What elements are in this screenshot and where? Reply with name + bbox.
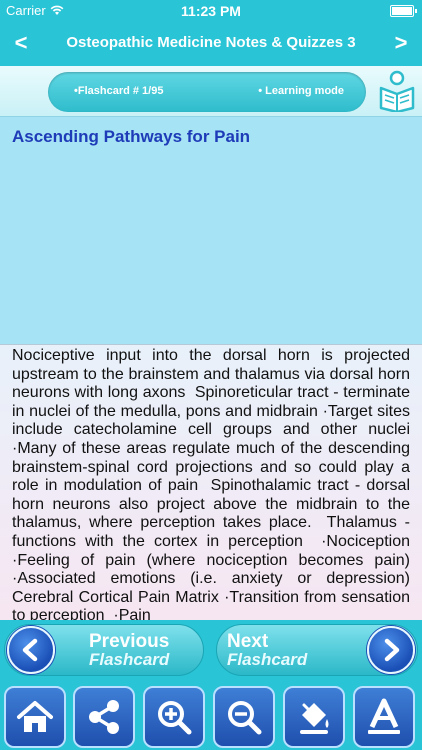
flashcard-body[interactable]: Nociceptive input into the dorsal horn i… xyxy=(0,344,422,620)
flashcard-navigation: Previous Flashcard Next Flashcard xyxy=(0,620,422,682)
mode-label: • Learning mode xyxy=(258,85,344,97)
next-label: Next Flashcard xyxy=(227,631,308,669)
next-flashcard-button[interactable]: Next Flashcard xyxy=(216,624,418,676)
forward-button[interactable]: > xyxy=(386,30,416,56)
flashcard-heading-area: Ascending Pathways for Pain xyxy=(0,116,422,344)
next-label-line1: Next xyxy=(227,631,269,652)
font-icon xyxy=(368,698,400,734)
share-button[interactable] xyxy=(73,686,135,748)
info-strip: •Flashcard # 1/95 • Learning mode xyxy=(0,66,422,116)
share-icon xyxy=(89,700,119,734)
home-icon xyxy=(17,701,53,732)
previous-label-line1: Previous xyxy=(89,631,170,652)
previous-label: Previous Flashcard xyxy=(89,631,170,669)
flashcard-info-pill: •Flashcard # 1/95 • Learning mode xyxy=(48,72,366,112)
zoom-out-button[interactable] xyxy=(213,686,275,748)
clock: 11:23 PM xyxy=(181,3,241,19)
status-bar: Carrier 11:23 PM xyxy=(0,0,422,22)
back-button[interactable]: < xyxy=(6,30,36,56)
flashcard-title: Ascending Pathways for Pain xyxy=(12,127,251,146)
book-reader-icon[interactable] xyxy=(378,70,416,112)
flashcard-counter: •Flashcard # 1/95 xyxy=(74,85,164,97)
nav-bar: < Osteopathic Medicine Notes & Quizzes 3… xyxy=(0,22,422,66)
next-arrow-icon xyxy=(367,626,415,674)
previous-flashcard-button[interactable]: Previous Flashcard xyxy=(4,624,204,676)
next-label-line2: Flashcard xyxy=(227,650,308,669)
flashcard-text: Nociceptive input into the dorsal horn i… xyxy=(12,347,419,620)
battery-icon xyxy=(390,5,417,17)
zoom-in-icon xyxy=(158,701,192,735)
background-color-button[interactable] xyxy=(283,686,345,748)
zoom-in-button[interactable] xyxy=(143,686,205,748)
previous-arrow-icon xyxy=(7,626,55,674)
font-size-button[interactable] xyxy=(353,686,415,748)
home-button[interactable] xyxy=(4,686,66,748)
previous-label-line2: Flashcard xyxy=(89,650,170,669)
page-title: Osteopathic Medicine Notes & Quizzes 3 xyxy=(66,34,356,51)
paint-bucket-icon xyxy=(300,703,329,734)
zoom-out-icon xyxy=(228,701,262,735)
bottom-toolbar xyxy=(0,682,422,750)
